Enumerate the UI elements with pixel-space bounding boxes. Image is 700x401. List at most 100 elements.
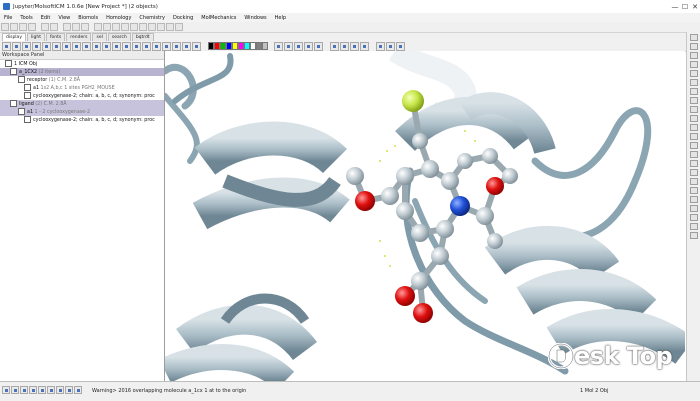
carbon-atom[interactable] [482, 148, 498, 164]
key-icon[interactable] [690, 214, 698, 221]
menu-molmechanics[interactable]: MolMechanics [197, 15, 240, 21]
arrow-icon[interactable] [690, 160, 698, 167]
molecule-viewport[interactable] [165, 51, 685, 381]
ball-stick-icon[interactable] [22, 41, 31, 51]
redo-icon[interactable] [50, 23, 58, 31]
menu-homology[interactable]: Homology [102, 15, 135, 21]
checkbox-icon[interactable] [10, 68, 17, 75]
wire-icon[interactable] [2, 41, 11, 51]
stereo-icon[interactable] [350, 41, 359, 51]
menu-biomols[interactable]: Biomols [74, 15, 102, 21]
menu-docking[interactable]: Docking [169, 15, 197, 21]
tree-item[interactable]: cyclooxygenase-2; chain: a, b, c, d; syn… [0, 116, 164, 124]
tab-light[interactable]: light [26, 33, 45, 41]
color-atom-icon[interactable] [102, 41, 111, 51]
tab-bqtrdt[interactable]: bqtrdt [131, 33, 154, 41]
chart-icon[interactable] [690, 133, 698, 140]
label-icon[interactable] [157, 23, 165, 31]
help-icon[interactable] [74, 386, 82, 394]
checkbox-icon[interactable] [24, 84, 31, 91]
oxygen-atom[interactable] [355, 191, 375, 211]
carbon-atom[interactable] [431, 247, 449, 265]
tab-search[interactable]: search [107, 33, 131, 41]
ribbon-icon[interactable] [139, 23, 147, 31]
cut-icon[interactable] [63, 23, 71, 31]
menu-edit[interactable]: Edit [37, 15, 55, 21]
eye-icon[interactable] [690, 205, 698, 212]
color-swatch[interactable] [262, 42, 268, 50]
measure-icon[interactable] [166, 23, 174, 31]
checkbox-icon[interactable] [10, 100, 17, 107]
expand-icon[interactable] [5, 60, 12, 67]
molecule-icon[interactable] [130, 23, 138, 31]
settings-icon[interactable] [29, 386, 37, 394]
open-folder-icon[interactable] [10, 23, 18, 31]
color-charge-icon[interactable] [152, 41, 161, 51]
options-icon[interactable] [690, 232, 698, 239]
skin-icon[interactable] [72, 41, 81, 51]
zoom-icon[interactable] [56, 386, 64, 394]
pin-icon[interactable] [690, 34, 698, 41]
carbon-atom[interactable] [346, 167, 364, 185]
dots-icon[interactable] [274, 41, 283, 51]
table-icon[interactable] [690, 196, 698, 203]
print-icon[interactable] [28, 23, 36, 31]
carbon-atom[interactable] [381, 187, 399, 205]
color-custom-icon[interactable] [162, 41, 171, 51]
color-icon[interactable] [690, 61, 698, 68]
transparency-icon[interactable] [172, 41, 181, 51]
tab-fonts[interactable]: fonts [45, 33, 66, 41]
menu-chemistry[interactable]: Chemistry [135, 15, 169, 21]
tree-root[interactable]: 1 ICM Obj [0, 60, 164, 68]
measure-icon[interactable] [690, 106, 698, 113]
carbon-atom[interactable] [421, 160, 439, 178]
tree-item[interactable]: receptor (1) C.M. 2.8Å [0, 76, 164, 84]
hbond-icon[interactable] [92, 41, 101, 51]
table-icon[interactable] [690, 187, 698, 194]
distance-icon[interactable] [314, 41, 323, 51]
info-icon[interactable] [690, 178, 698, 185]
camera-icon[interactable] [175, 23, 183, 31]
color-palette[interactable] [208, 42, 268, 50]
select-icon[interactable] [690, 88, 698, 95]
oxygen-atom[interactable] [395, 286, 415, 306]
console-icon[interactable] [2, 386, 10, 394]
zoom-icon[interactable] [103, 23, 111, 31]
cpk-icon[interactable] [32, 41, 41, 51]
color-residue-icon[interactable] [132, 41, 141, 51]
fullscreen-icon[interactable] [360, 41, 369, 51]
save-icon[interactable] [19, 23, 27, 31]
menu-windows[interactable]: Windows [240, 15, 270, 21]
tree-item[interactable]: a1 1s2 A,b,c 1 sites PGH2_MOUSE [0, 84, 164, 92]
checkbox-icon[interactable] [18, 76, 25, 83]
stick-icon[interactable] [12, 41, 21, 51]
zoom-in-icon[interactable] [690, 43, 698, 50]
color-chain-icon[interactable] [112, 41, 121, 51]
menu-view[interactable]: View [54, 15, 74, 21]
color-bfactor-icon[interactable] [142, 41, 151, 51]
color-ss-icon[interactable] [122, 41, 131, 51]
chlorine-atom[interactable] [402, 90, 424, 112]
stop-icon[interactable] [47, 386, 55, 394]
arrow-icon[interactable] [690, 223, 698, 230]
tree-item[interactable]: a1 1 - 2 cyclooxygenase-2 [0, 108, 164, 116]
sort-icon[interactable] [690, 124, 698, 131]
center-icon[interactable] [121, 23, 129, 31]
rotate-icon[interactable] [112, 23, 120, 31]
fit-icon[interactable] [386, 41, 395, 51]
undo-icon[interactable] [41, 23, 49, 31]
history-icon[interactable] [11, 386, 19, 394]
maximize-button[interactable]: ☐ [680, 0, 690, 13]
torsion-icon[interactable] [304, 41, 313, 51]
checkbox-icon[interactable] [24, 116, 31, 123]
cartoon-icon[interactable] [62, 41, 71, 51]
checkbox-icon[interactable] [24, 92, 31, 99]
copy-icon[interactable] [72, 23, 80, 31]
tree-item[interactable]: ligand (2) C.M. 2.8Å [0, 100, 164, 108]
oxygen-atom[interactable] [486, 177, 504, 195]
tab-display[interactable]: display [2, 33, 26, 41]
annotate-icon[interactable] [284, 41, 293, 51]
paste-icon[interactable] [81, 23, 89, 31]
angle-icon[interactable] [294, 41, 303, 51]
carbon-atom[interactable] [476, 207, 494, 225]
